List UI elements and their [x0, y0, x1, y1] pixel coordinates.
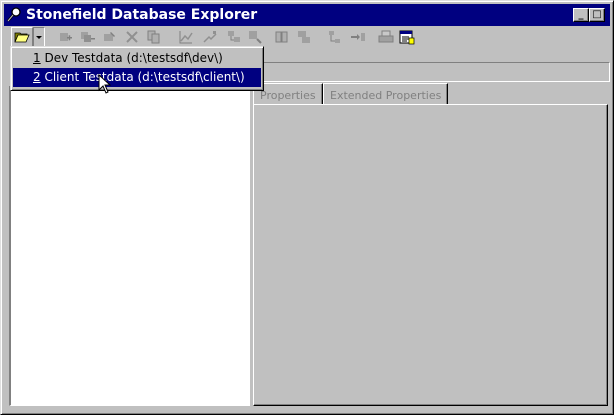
browse-button[interactable] [273, 28, 291, 46]
print-icon [378, 30, 394, 43]
tab-label: Properties [260, 89, 316, 102]
tab-extended-properties[interactable]: Extended Properties [323, 83, 449, 105]
build-icon [228, 31, 240, 42]
move-icon [351, 33, 365, 41]
add-items-icon [81, 32, 95, 42]
filter-icon [249, 31, 262, 44]
app-window: Stonefield Database Explorer _ □ Propert… [0, 0, 614, 415]
browse-icon [275, 31, 288, 43]
layout-button[interactable] [295, 28, 313, 46]
menu-item-label: Dev Testdata (d:\testsdf\dev\) [40, 51, 223, 65]
delete-button[interactable] [123, 28, 141, 46]
path-field[interactable] [263, 62, 610, 82]
build-button[interactable] [225, 28, 243, 46]
menu-item-label: Client Testdata (d:\testsdf\client\) [40, 70, 245, 84]
recent-databases-menu: 1 Dev Testdata (d:\testsdf\dev\) 2 Clien… [10, 46, 264, 91]
chart-button[interactable] [177, 28, 195, 46]
recent-dropdown-button[interactable] [33, 27, 45, 47]
tab-label: Extended Properties [330, 89, 442, 102]
menu-item-client-testdata[interactable]: 2 Client Testdata (d:\testsdf\client\) [13, 68, 261, 87]
relations-icon [329, 31, 340, 43]
find-icon [203, 31, 217, 43]
chart-icon [179, 31, 193, 44]
properties-icon [399, 30, 415, 45]
edit-icon [104, 32, 115, 41]
menu-item-dev-testdata[interactable]: 1 Dev Testdata (d:\testsdf\dev\) [13, 49, 261, 68]
delete-icon [126, 31, 138, 43]
layout-icon [298, 31, 310, 43]
minimize-button[interactable]: _ [573, 8, 589, 22]
window-title: Stonefield Database Explorer [26, 7, 258, 23]
tree-view[interactable] [9, 86, 250, 406]
title-bar[interactable]: Stonefield Database Explorer _ □ [4, 4, 610, 26]
maximize-button[interactable]: □ [589, 8, 605, 22]
print-button[interactable] [377, 28, 395, 46]
menu-item-number: 2 [33, 70, 41, 84]
menu-item-number: 1 [33, 51, 41, 65]
maximize-icon: □ [592, 9, 602, 20]
tab-panel [253, 104, 608, 406]
copy-button[interactable] [145, 28, 163, 46]
open-folder-icon [14, 32, 30, 43]
properties-button[interactable] [398, 28, 416, 46]
filter-button[interactable] [247, 28, 265, 46]
add-items-button[interactable] [79, 28, 97, 46]
magnifier-app-icon [7, 7, 21, 22]
mouse-pointer-icon [98, 74, 112, 94]
add-item-icon [60, 33, 72, 41]
move-button[interactable] [349, 28, 367, 46]
find-button[interactable] [201, 28, 219, 46]
copy-icon [147, 30, 160, 44]
toolbar [5, 27, 610, 47]
relations-button[interactable] [325, 28, 343, 46]
open-database-button[interactable] [11, 27, 33, 47]
minimize-icon: _ [578, 9, 584, 20]
edit-button[interactable] [101, 28, 119, 46]
add-item-button[interactable] [57, 28, 75, 46]
